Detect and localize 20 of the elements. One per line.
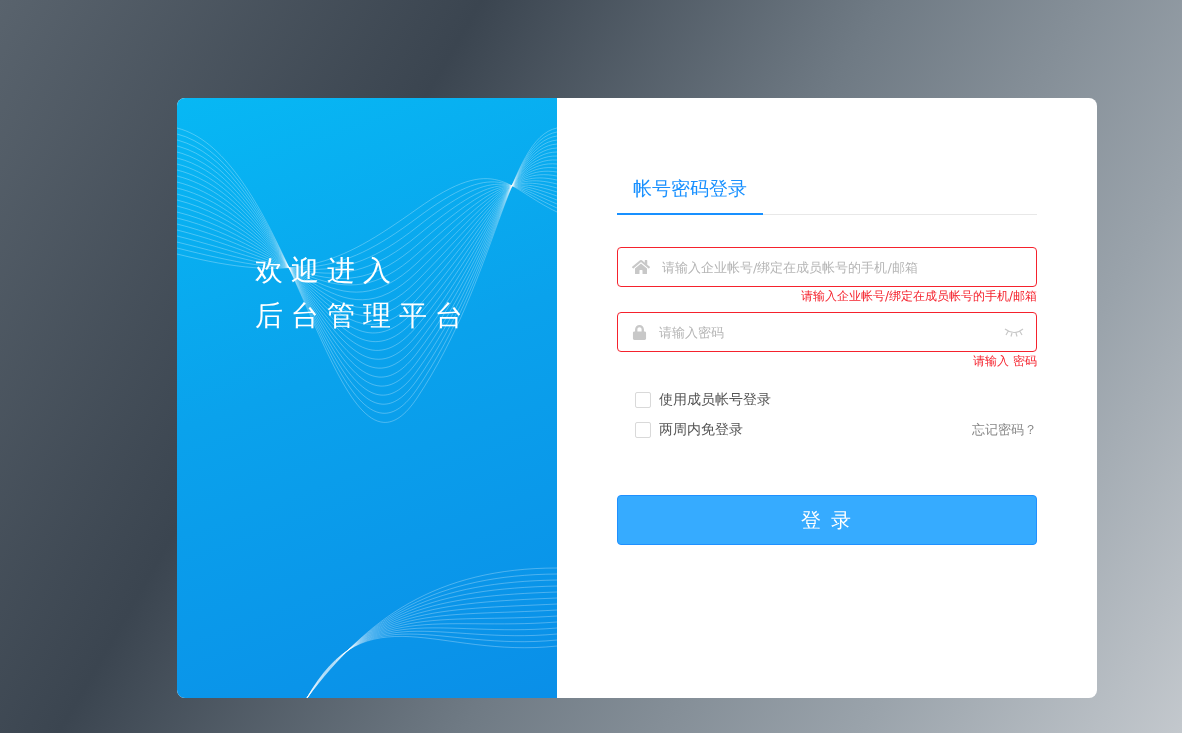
error-message: 请输入企业帐号/绑定在成员帐号的手机/邮箱 bbox=[800, 288, 1037, 304]
error-message: 请输入 密码 bbox=[973, 353, 1037, 369]
forgot-password-link[interactable]: 忘记密码？ bbox=[972, 421, 1037, 439]
login-tab[interactable]: 帐号密码登录 bbox=[617, 165, 763, 215]
checkbox-label: 两周内免登录 bbox=[659, 421, 743, 439]
login-button[interactable]: 登 录 bbox=[617, 495, 1037, 545]
welcome-title: 欢迎进入 bbox=[255, 253, 400, 289]
checkbox-option[interactable]: 使用成员帐号登录 bbox=[635, 391, 771, 409]
welcome-title: 后台管理平台 bbox=[255, 298, 472, 334]
account-field[interactable]: 请输入企业帐号/绑定在成员帐号的手机/邮箱 bbox=[617, 247, 1037, 287]
home-icon bbox=[632, 258, 650, 276]
closed-eye-icon[interactable] bbox=[1004, 327, 1024, 337]
account-input[interactable]: 请输入企业帐号/绑定在成员帐号的手机/邮箱 bbox=[660, 258, 1024, 276]
checkbox-label: 使用成员帐号登录 bbox=[659, 391, 771, 409]
checkbox[interactable] bbox=[635, 422, 651, 438]
password-input[interactable]: 请输入密码 bbox=[657, 323, 994, 341]
lock-icon bbox=[632, 324, 647, 340]
checkbox[interactable] bbox=[635, 392, 651, 408]
password-field[interactable]: 请输入密码 bbox=[617, 312, 1037, 352]
checkbox-option[interactable]: 两周内免登录 bbox=[635, 421, 743, 439]
